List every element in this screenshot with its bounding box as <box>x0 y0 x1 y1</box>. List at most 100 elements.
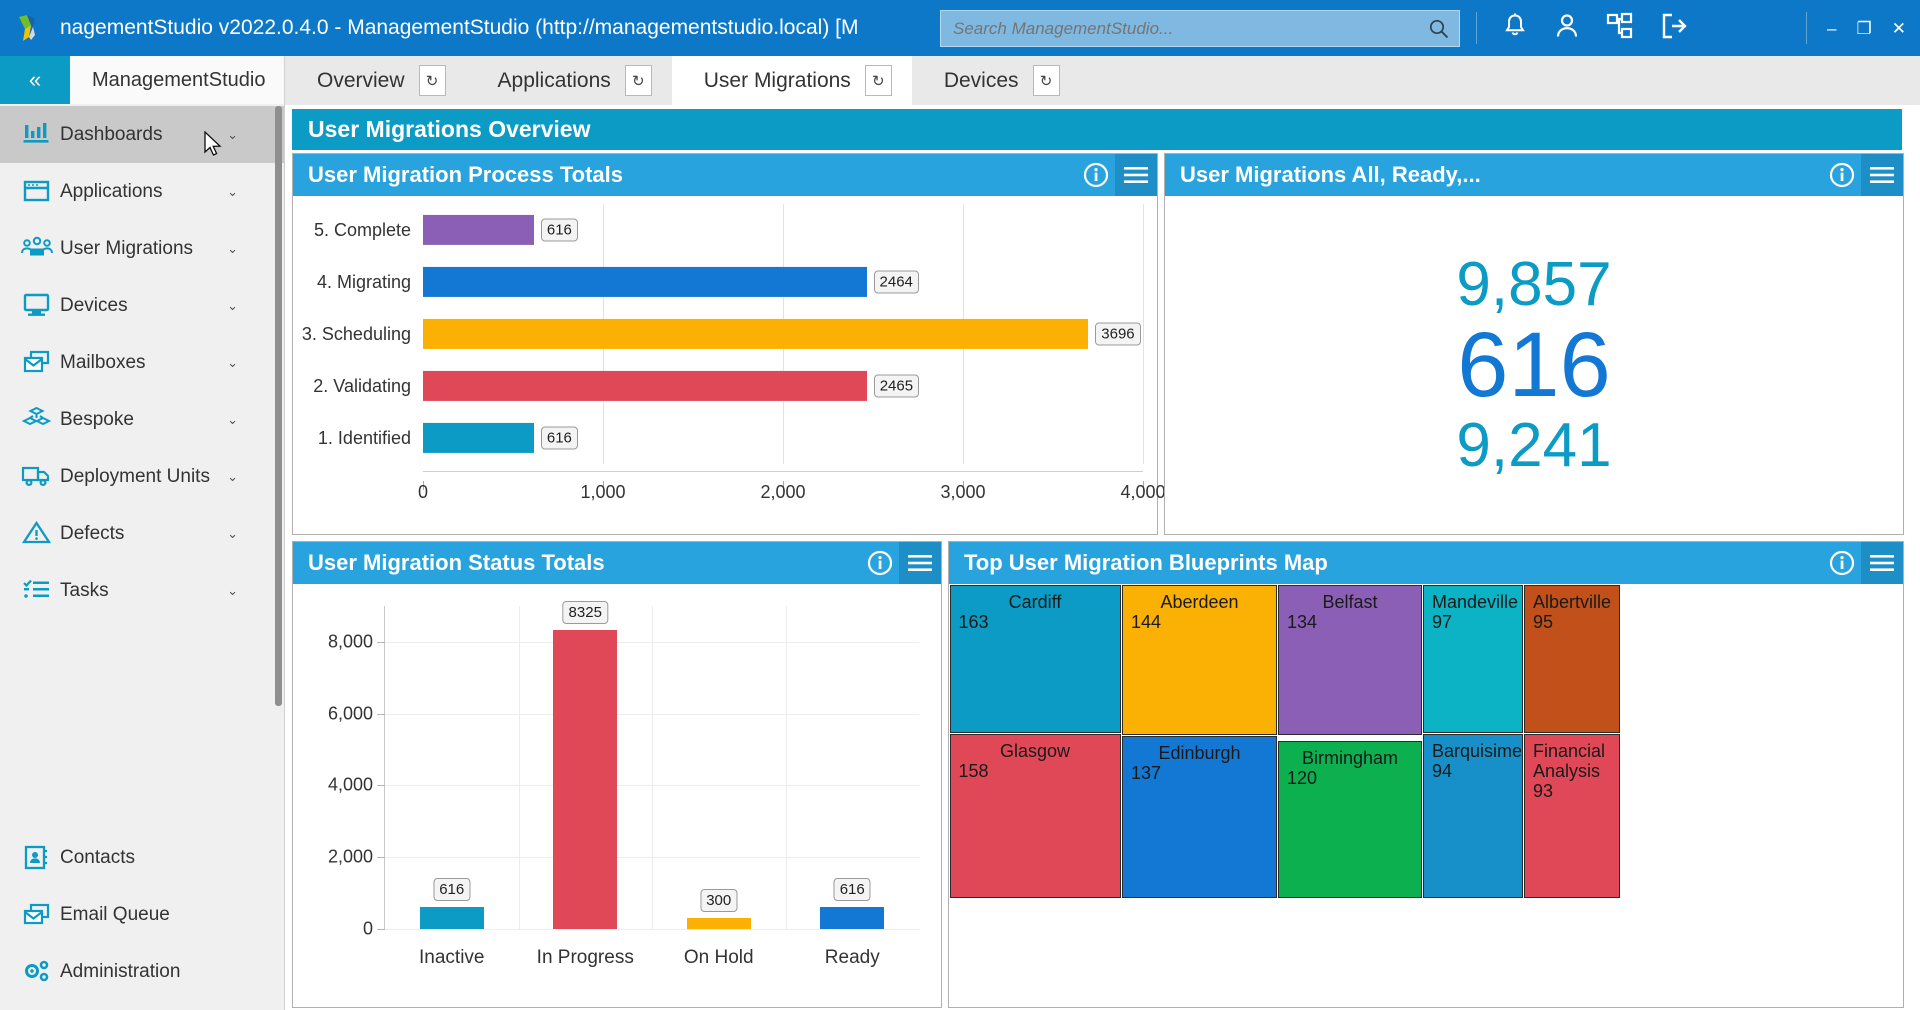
window-icon <box>14 178 60 206</box>
people-icon <box>14 235 60 263</box>
gridline <box>1143 256 1144 308</box>
global-search[interactable] <box>940 10 1460 47</box>
sidebar-item-dashboards[interactable]: Dashboards ⌄ <box>0 106 284 163</box>
hamburger-menu-icon[interactable] <box>899 542 941 584</box>
y-tick-label: 0 <box>362 918 373 939</box>
treemap-tile[interactable]: Glasgow 158 <box>949 734 1121 898</box>
info-icon[interactable] <box>1083 162 1109 188</box>
panel-title: User Migrations All, Ready,... <box>1180 162 1481 187</box>
chevron-down-icon[interactable]: ⌄ <box>227 412 238 428</box>
truck-icon <box>14 463 60 491</box>
tab-label: Overview <box>317 68 405 92</box>
titlebar-divider-left <box>1476 12 1477 44</box>
treemap-tile[interactable]: Barquisimeto94 <box>1423 734 1523 898</box>
panel-user-migrations-all-ready: User Migrations All, Ready,... 9,857 616… <box>1164 153 1904 535</box>
user-icon[interactable] <box>1554 12 1580 45</box>
y-tick-label: 4,000 <box>327 774 373 795</box>
treemap-tile[interactable]: Cardiff 163 <box>949 585 1121 733</box>
x-axis-line <box>423 471 1143 472</box>
bell-icon[interactable] <box>1502 12 1528 45</box>
treemap-tile[interactable]: Belfast 134 <box>1278 585 1422 735</box>
sidebar-item-bespoke[interactable]: Bespoke ⌄ <box>0 391 284 448</box>
refresh-icon[interactable]: ↻ <box>1032 65 1060 96</box>
info-icon[interactable] <box>1829 162 1855 188</box>
org-chart-icon[interactable] <box>1606 12 1634 45</box>
chevron-down-icon[interactable]: ⌄ <box>227 184 238 200</box>
refresh-icon[interactable]: ↻ <box>624 65 652 96</box>
treemap-tile-value: 93 <box>1533 781 1554 802</box>
panel-top-user-migration-blueprints-map: Top User Migration Blueprints Map Cardif… <box>948 541 1904 1008</box>
sidebar-collapse-button[interactable]: « <box>0 56 70 104</box>
chevron-down-icon[interactable]: ⌄ <box>227 355 238 371</box>
bar[interactable] <box>423 266 867 298</box>
sidebar-item-contacts[interactable]: Contacts <box>0 829 284 886</box>
bar[interactable] <box>423 214 534 246</box>
sidebar-scrollbar[interactable] <box>275 106 282 706</box>
bar[interactable] <box>423 370 867 402</box>
gridline <box>385 929 919 930</box>
y-tick-label: 8,000 <box>327 631 373 652</box>
search-icon[interactable] <box>1419 18 1459 40</box>
treemap-tile[interactable]: Birmingham 120 <box>1278 741 1422 898</box>
info-icon[interactable] <box>1829 550 1855 576</box>
refresh-icon[interactable]: ↻ <box>418 65 446 96</box>
bar[interactable] <box>419 906 484 929</box>
restore-button[interactable]: ❐ <box>1857 20 1872 37</box>
hamburger-menu-icon[interactable] <box>1861 542 1903 584</box>
sidebar-item-user-migrations[interactable]: User Migrations ⌄ <box>0 220 284 277</box>
tab-applications[interactable]: Applications ↻ <box>466 56 672 105</box>
refresh-icon[interactable]: ↻ <box>864 65 892 96</box>
sidebar-item-email-queue[interactable]: Email Queue <box>0 886 284 943</box>
gridline <box>603 412 604 464</box>
tab-user-migrations[interactable]: User Migrations ↻ <box>671 56 912 105</box>
treemap-tile-name: Cardiff <box>1008 592 1062 612</box>
horizontal-bar-chart: 5. Complete 616 4. Migrating 2464 3. Schedul… <box>293 196 1166 534</box>
chevron-down-icon[interactable]: ⌄ <box>227 127 238 143</box>
treemap-tile[interactable]: Mandeville 97 <box>1423 585 1523 733</box>
bar[interactable] <box>553 630 618 929</box>
treemap-tile-value: 163 <box>958 612 989 633</box>
tab-overview[interactable]: Overview ↻ <box>285 56 466 105</box>
hamburger-menu-icon[interactable] <box>1861 154 1903 196</box>
sidebar-item-administration[interactable]: Administration <box>0 943 284 1000</box>
kpi-value-all: 9,857 <box>1456 249 1612 319</box>
bar[interactable] <box>820 906 885 929</box>
chevron-down-icon[interactable]: ⌄ <box>227 241 238 257</box>
chevron-down-icon[interactable]: ⌄ <box>227 526 238 542</box>
sidebar-item-mailboxes[interactable]: Mailboxes ⌄ <box>0 334 284 391</box>
treemap-tile-name: Financial Analysis <box>1533 741 1606 782</box>
y-tick-label: 6,000 <box>327 703 373 724</box>
gridline <box>1143 308 1144 360</box>
sidebar-item-devices[interactable]: Devices ⌄ <box>0 277 284 334</box>
sidebar-item-applications[interactable]: Applications ⌄ <box>0 163 284 220</box>
chevron-down-icon[interactable]: ⌄ <box>227 298 238 314</box>
treemap-tile[interactable]: Aberdeen 144 <box>1122 585 1277 735</box>
logout-icon[interactable] <box>1660 12 1688 45</box>
panel-title: Top User Migration Blueprints Map <box>964 550 1328 575</box>
bar[interactable] <box>423 422 534 454</box>
sidebar-item-tasks[interactable]: Tasks ⌄ <box>0 562 284 619</box>
search-input[interactable] <box>941 18 1419 39</box>
sidebar-item-deployment-units[interactable]: Deployment Units ⌄ <box>0 448 284 505</box>
bar-value-label: 616 <box>540 426 578 450</box>
treemap-tile[interactable]: Edinburgh 137 <box>1122 736 1277 898</box>
chevron-down-icon[interactable]: ⌄ <box>227 469 238 485</box>
info-icon[interactable] <box>867 550 893 576</box>
bar[interactable] <box>423 318 1089 350</box>
hamburger-menu-icon[interactable] <box>1115 154 1157 196</box>
treemap-tile[interactable]: Albertville 95 <box>1524 585 1620 733</box>
chevron-down-icon[interactable]: ⌄ <box>227 583 238 599</box>
x-tick-label: 2,000 <box>760 482 806 502</box>
treemap: Cardiff 163 Aberdeen 144 Belfast 134 Mandevill… <box>949 584 1903 1007</box>
sidebar-item-label: Contacts <box>60 846 135 868</box>
bar[interactable] <box>686 918 751 929</box>
treemap-tile[interactable]: Financial Analysis 93 <box>1524 734 1620 898</box>
email-queue-icon <box>14 901 60 929</box>
treemap-tile-name: Edinburgh <box>1158 743 1241 763</box>
bar-row: 3. Scheduling 3696 <box>293 308 1144 360</box>
sidebar-item-defects[interactable]: Defects ⌄ <box>0 505 284 562</box>
tab-devices[interactable]: Devices ↻ <box>912 56 1080 105</box>
close-button[interactable]: ✕ <box>1892 20 1906 37</box>
sidebar-nav: Dashboards ⌄ Applications ⌄ User Migrati… <box>0 104 284 619</box>
minimize-button[interactable]: – <box>1827 20 1836 37</box>
